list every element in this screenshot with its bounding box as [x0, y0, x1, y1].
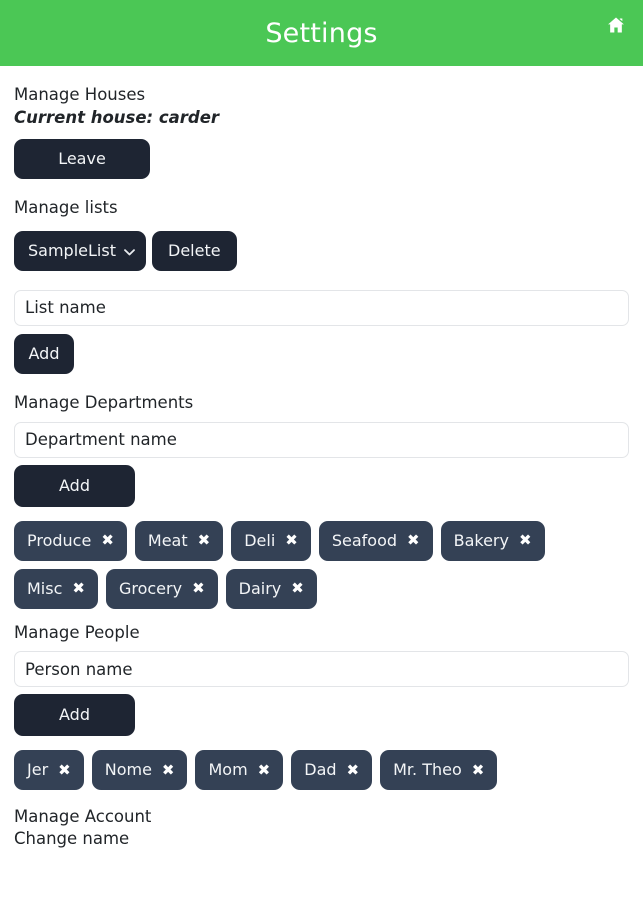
app-header: Settings — [0, 0, 643, 66]
leave-house-button[interactable]: Leave — [14, 139, 150, 180]
close-icon[interactable]: ✖ — [162, 762, 175, 778]
chip-label: Meat — [147, 530, 188, 550]
person-chip-list: Jer ✖ Nome ✖ Mom ✖ Dad ✖ Mr. Theo ✖ — [14, 750, 629, 791]
delete-list-button[interactable]: Delete — [152, 230, 237, 271]
list-select[interactable]: SampleList — [14, 230, 146, 271]
chip-label: Nome — [104, 760, 152, 780]
chip[interactable]: Bakery ✖ — [440, 520, 545, 561]
chip[interactable]: Jer ✖ — [14, 750, 84, 791]
chip-label: Misc — [27, 578, 63, 598]
add-person-button[interactable]: Add — [14, 694, 135, 737]
chip-label: Grocery — [118, 578, 183, 598]
manage-lists-heading: Manage lists — [14, 198, 118, 218]
chip-label: Mr. Theo — [393, 760, 462, 780]
add-department-button[interactable]: Add — [14, 464, 135, 507]
chip-label: Dad — [304, 760, 337, 780]
list-controls: SampleList Delete — [14, 230, 629, 271]
chip[interactable]: Mom ✖ — [195, 750, 284, 791]
list-name-input[interactable] — [14, 289, 629, 326]
chip[interactable]: Dairy ✖ — [225, 568, 317, 609]
chip[interactable]: Nome ✖ — [91, 750, 188, 791]
list-select-wrapper: SampleList — [14, 230, 146, 271]
person-name-input[interactable] — [14, 651, 629, 688]
close-icon[interactable]: ✖ — [291, 581, 304, 596]
chip[interactable]: Dad ✖ — [291, 750, 373, 791]
chip[interactable]: Grocery ✖ — [105, 568, 218, 609]
add-list-button[interactable]: Add — [14, 333, 74, 374]
current-house-label: Current house: carder — [14, 107, 220, 127]
chip-label: Mom — [208, 760, 248, 780]
chip-label: Deli — [244, 530, 276, 550]
chip-label: Seafood — [331, 530, 398, 550]
chip-label: Dairy — [238, 578, 282, 598]
close-icon[interactable]: ✖ — [407, 533, 420, 548]
close-icon[interactable]: ✖ — [58, 762, 71, 778]
chip-label: Produce — [27, 530, 92, 550]
department-chip-list: Produce ✖ Meat ✖ Deli ✖ Seafood ✖ Bakery ✖ Misc ✖ Gr… — [14, 520, 629, 609]
chip[interactable]: Produce ✖ — [14, 520, 127, 561]
manage-account-heading: Manage Account — [14, 807, 152, 827]
manage-people-heading: Manage People — [14, 622, 140, 642]
chip-label: Bakery — [453, 530, 509, 550]
close-icon[interactable]: ✖ — [101, 533, 114, 548]
department-name-input[interactable] — [14, 421, 629, 458]
close-icon[interactable]: ✖ — [472, 762, 485, 778]
manage-houses-heading: Manage Houses — [14, 85, 146, 104]
close-icon[interactable]: ✖ — [519, 533, 532, 548]
settings-content: Manage Houses Current house: carder Leav… — [0, 66, 643, 849]
chip[interactable]: Misc ✖ — [14, 568, 98, 609]
chip[interactable]: Seafood ✖ — [318, 520, 433, 561]
chip[interactable]: Mr. Theo ✖ — [380, 750, 498, 791]
close-icon[interactable]: ✖ — [192, 581, 205, 596]
change-name-label[interactable]: Change name — [14, 828, 629, 849]
chip-label: Jer — [27, 760, 49, 780]
close-icon[interactable]: ✖ — [285, 533, 298, 548]
close-icon[interactable]: ✖ — [72, 581, 85, 596]
close-icon[interactable]: ✖ — [347, 762, 360, 778]
close-icon[interactable]: ✖ — [198, 533, 211, 548]
manage-departments-heading: Manage Departments — [14, 392, 194, 412]
home-icon[interactable] — [603, 12, 629, 38]
chip[interactable]: Deli ✖ — [231, 520, 311, 561]
close-icon[interactable]: ✖ — [258, 762, 271, 778]
chip[interactable]: Meat ✖ — [134, 520, 224, 561]
page-title: Settings — [265, 17, 378, 49]
